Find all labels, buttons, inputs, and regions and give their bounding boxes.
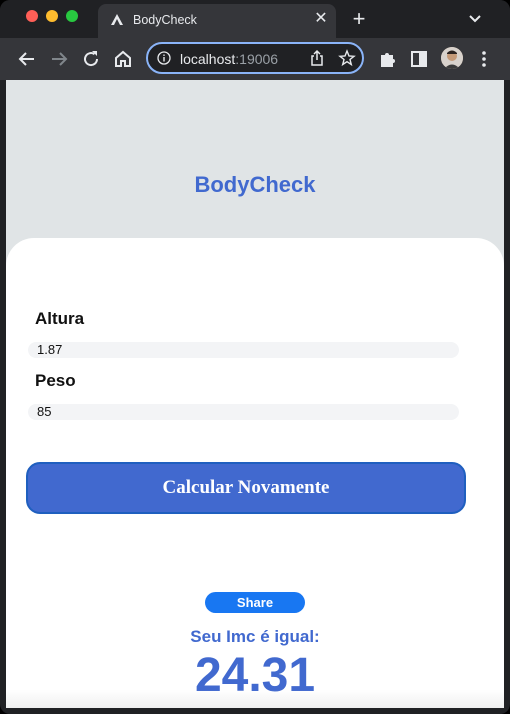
puzzle-icon[interactable] <box>375 47 399 71</box>
sidepanel-icon[interactable] <box>407 47 431 71</box>
expo-favicon-icon <box>111 14 123 25</box>
weight-input[interactable]: 85 <box>28 404 459 420</box>
maximize-window-button[interactable] <box>66 10 78 22</box>
weight-label: Peso <box>35 371 76 390</box>
result-label: Seu Imc é igual: <box>190 627 320 646</box>
home-icon[interactable] <box>111 47 135 71</box>
reload-icon[interactable] <box>79 47 103 71</box>
browser-toolbar: localhost:19006 <box>0 38 510 80</box>
avatar[interactable] <box>441 47 463 69</box>
plus-icon[interactable]: + <box>348 8 370 30</box>
tab-title: BodyCheck <box>133 13 197 27</box>
tab-bodycheck[interactable]: BodyCheck ✕ <box>98 4 336 38</box>
star-icon[interactable] <box>338 49 356 67</box>
kebab-menu-icon[interactable] <box>472 47 496 71</box>
info-icon[interactable] <box>157 51 171 65</box>
form-card: Altura 1.87 Peso 85 Calcular Novamente S… <box>6 238 504 708</box>
chevron-down-icon[interactable] <box>466 10 484 28</box>
url-host: localhost <box>180 51 236 67</box>
close-window-button[interactable] <box>26 10 38 22</box>
address-bar[interactable]: localhost:19006 <box>146 42 364 74</box>
scroll-fade <box>6 690 504 708</box>
browser-window: BodyCheck ✕ + localhost:19006 BodyCheck … <box>0 0 510 714</box>
minimize-window-button[interactable] <box>46 10 58 22</box>
height-label: Altura <box>35 309 85 328</box>
share-button[interactable]: Share <box>205 592 305 613</box>
calculate-button[interactable]: Calcular Novamente <box>26 462 466 514</box>
url-text[interactable]: localhost:19006 <box>180 51 278 67</box>
tab-strip: BodyCheck ✕ + <box>0 0 510 38</box>
arrow-right-icon[interactable] <box>47 47 71 71</box>
page-title: BodyCheck <box>194 172 316 197</box>
url-port: :19006 <box>235 51 279 67</box>
share-icon[interactable] <box>308 49 326 67</box>
arrow-left-icon[interactable] <box>15 47 39 71</box>
height-input[interactable]: 1.87 <box>28 342 459 358</box>
profile-photo-icon <box>441 47 463 69</box>
page-viewport: BodyCheck Altura 1.87 Peso 85 Calcular N… <box>6 80 504 708</box>
close-icon[interactable]: ✕ <box>312 10 330 28</box>
